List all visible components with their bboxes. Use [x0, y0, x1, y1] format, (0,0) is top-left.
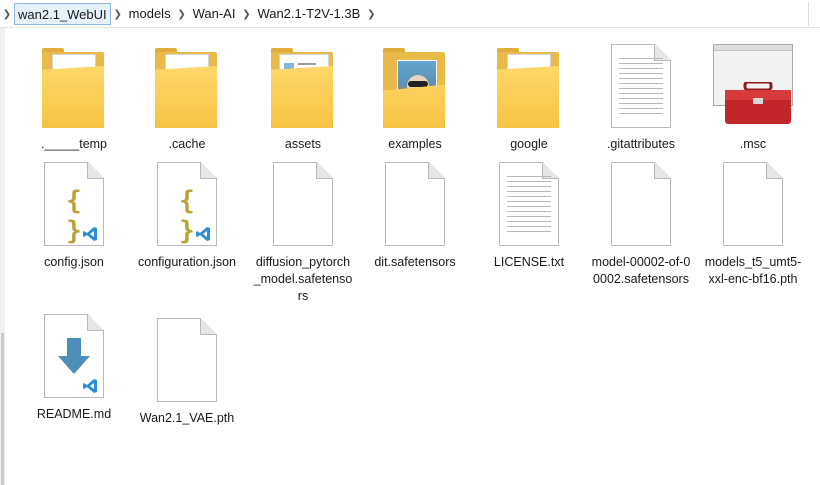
file-item[interactable]: models_t5_umt5-xxl-enc-bf16.pth: [699, 162, 807, 288]
file-name: configuration.json: [138, 255, 236, 269]
file-item[interactable]: examples: [361, 44, 469, 153]
chevron-right-icon[interactable]: ❯: [111, 9, 125, 20]
file-item[interactable]: { } configuration.json: [133, 162, 241, 271]
file-item[interactable]: ._____temp: [20, 44, 128, 153]
file-name: model-00002-of-00002.safetensors: [591, 255, 691, 286]
file-name: Wan2.1_VAE.pth: [139, 411, 235, 425]
blank-file-icon: [147, 318, 227, 410]
file-name: config.json: [44, 255, 104, 269]
file-item[interactable]: .cache: [133, 44, 241, 153]
file-name: .msc: [739, 137, 767, 151]
markdown-file-icon: [34, 314, 114, 406]
text-file-icon: [489, 162, 569, 254]
file-name: dit.safetensors: [374, 255, 456, 269]
file-name: .cache: [168, 137, 206, 151]
blank-file-icon: [263, 162, 343, 254]
file-item[interactable]: Wan2.1_VAE.pth: [133, 318, 241, 427]
chevron-right-icon[interactable]: ❯: [175, 9, 189, 20]
json-file-icon: { }: [147, 162, 227, 254]
folder-icon: [375, 44, 455, 136]
file-item[interactable]: README.md: [20, 314, 128, 423]
folder-icon: [34, 44, 114, 136]
breadcrumb: ❯ wan2.1_WebUI ❯ models ❯ Wan-AI ❯ Wan2.…: [0, 2, 378, 26]
address-dropdown[interactable]: [808, 2, 820, 26]
file-item[interactable]: LICENSE.txt: [475, 162, 583, 271]
file-name: ._____temp: [40, 137, 108, 151]
breadcrumb-item[interactable]: wan2.1_WebUI: [14, 3, 111, 25]
file-name: assets: [284, 137, 322, 151]
file-item[interactable]: google: [475, 44, 583, 153]
file-item[interactable]: { } config.json: [20, 162, 128, 271]
breadcrumb-item[interactable]: Wan-AI: [189, 3, 240, 25]
folder-icon: [147, 44, 227, 136]
file-name: models_t5_umt5-xxl-enc-bf16.pth: [704, 255, 802, 286]
file-name: README.md: [36, 407, 112, 421]
json-file-icon: { }: [34, 162, 114, 254]
text-file-icon: [601, 44, 681, 136]
chevron-right-icon[interactable]: ❯: [0, 9, 14, 20]
file-item[interactable]: assets: [249, 44, 357, 153]
breadcrumb-item[interactable]: Wan2.1-T2V-1.3B: [253, 3, 364, 25]
folder-icon: [489, 44, 569, 136]
file-item[interactable]: .gitattributes: [587, 44, 695, 153]
chevron-right-icon[interactable]: ❯: [239, 9, 253, 20]
file-name: LICENSE.txt: [493, 255, 565, 269]
file-name: examples: [388, 137, 442, 151]
file-item[interactable]: .msc: [699, 44, 807, 153]
folder-icon: [263, 44, 343, 136]
file-item[interactable]: model-00002-of-00002.safetensors: [587, 162, 695, 288]
chevron-right-icon[interactable]: ❯: [364, 9, 378, 20]
file-name: google: [510, 137, 548, 151]
file-name: diffusion_pytorch_model.safetensors: [253, 255, 353, 303]
navigation-pane-edge: [0, 28, 5, 485]
scrollbar-thumb[interactable]: [1, 333, 4, 485]
breadcrumb-item[interactable]: models: [125, 3, 175, 25]
address-bar[interactable]: ❯ wan2.1_WebUI ❯ models ❯ Wan-AI ❯ Wan2.…: [0, 0, 820, 28]
file-item[interactable]: dit.safetensors: [361, 162, 469, 271]
file-item[interactable]: diffusion_pytorch_model.safetensors: [249, 162, 357, 305]
blank-file-icon: [375, 162, 455, 254]
blank-file-icon: [713, 162, 793, 254]
blank-file-icon: [601, 162, 681, 254]
toolbox-icon: [713, 44, 793, 136]
file-name: .gitattributes: [606, 137, 676, 151]
